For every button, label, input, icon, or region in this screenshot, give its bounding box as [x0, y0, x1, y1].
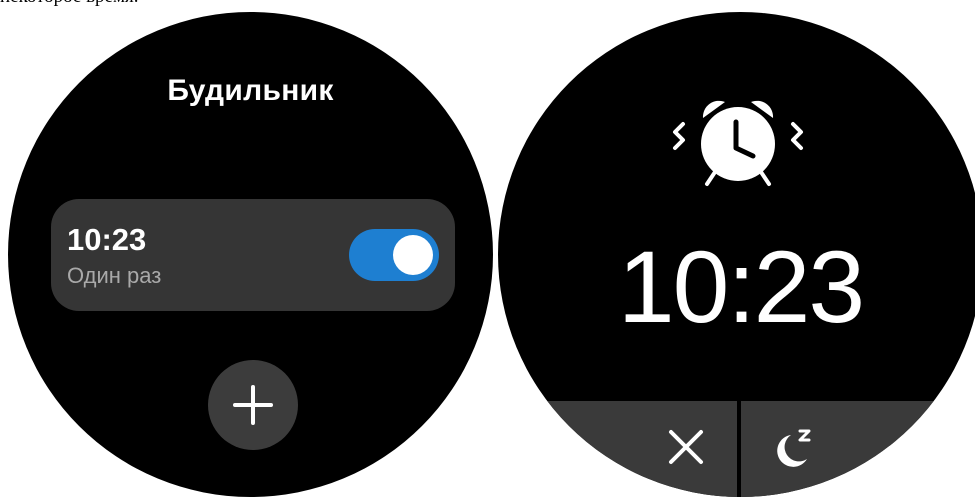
close-icon [669, 430, 703, 464]
ringing-time: 10:23 [617, 230, 865, 344]
toggle-knob [393, 235, 433, 275]
alarm-ringing-screen: 10:23 [498, 12, 975, 497]
moon-zz-icon [777, 429, 811, 467]
plus-icon [233, 385, 273, 425]
alarm-list-item[interactable]: 10:23 Один раз [51, 199, 455, 311]
dismiss-button[interactable] [641, 401, 737, 497]
alarm-time: 10:23 [67, 222, 147, 257]
caption-fragment: некоторое время. [0, 0, 139, 8]
alarm-list-screen: Будильник 10:23 Один раз [8, 12, 493, 497]
add-alarm-button[interactable] [208, 360, 298, 450]
alarm-repeat-label: Один раз [67, 263, 162, 288]
snooze-button[interactable] [741, 401, 851, 497]
alarm-action-bar [498, 401, 975, 497]
alarm-clock-ringing-icon [673, 100, 803, 186]
alarm-enable-toggle[interactable] [349, 229, 439, 281]
screen-title: Будильник [167, 74, 334, 107]
